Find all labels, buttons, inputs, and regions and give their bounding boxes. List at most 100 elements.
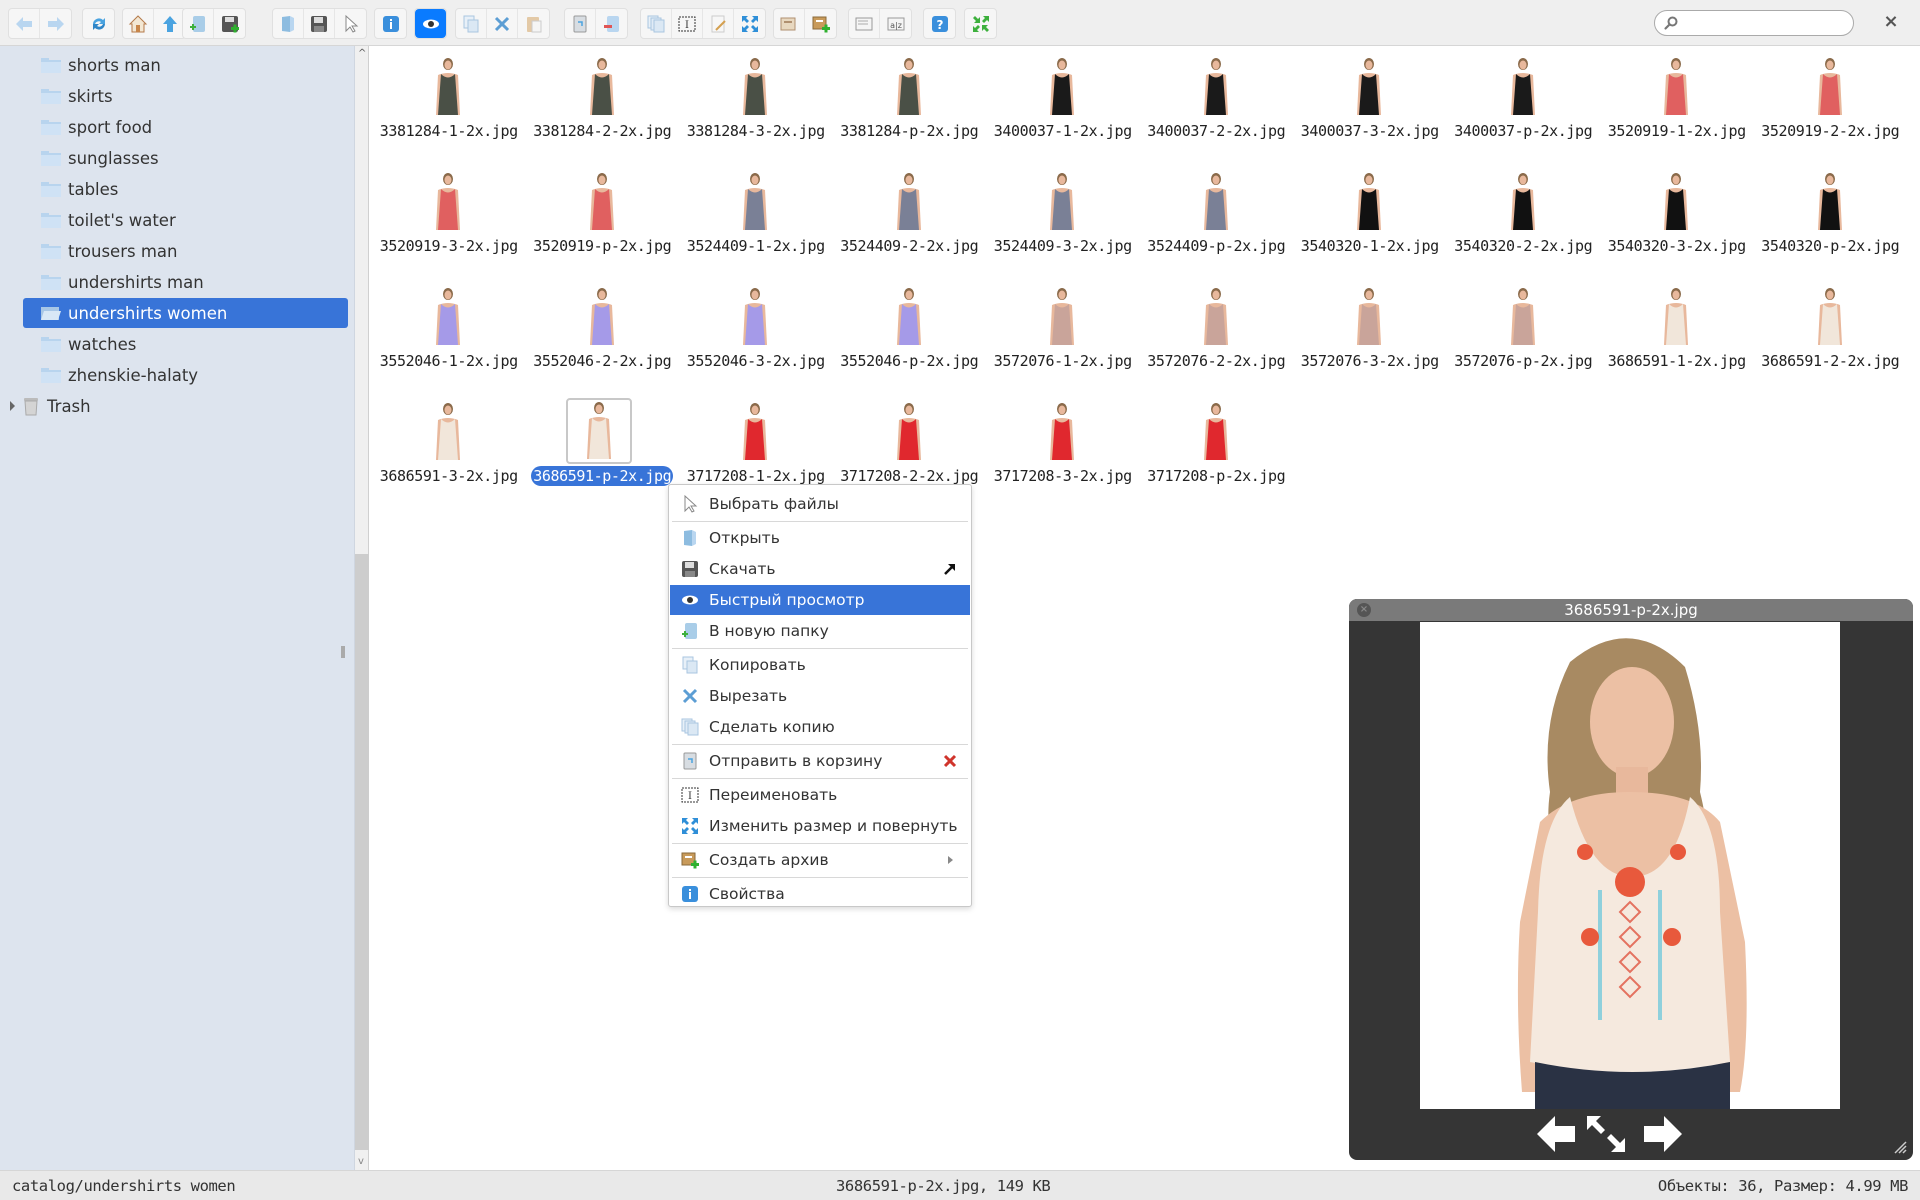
next-arrow-icon[interactable] xyxy=(1644,1116,1682,1152)
file-item[interactable]: 3524409-1-2x.jpg xyxy=(679,165,833,277)
up-button[interactable] xyxy=(154,9,185,38)
sidebar-item-tables[interactable]: tables xyxy=(23,174,348,204)
scroll-down-icon[interactable]: v xyxy=(358,1157,366,1167)
close-icon[interactable]: × xyxy=(1357,603,1371,617)
file-item[interactable]: 3540320-2-2x.jpg xyxy=(1447,165,1601,277)
sidebar-item-trousers-man[interactable]: trousers man xyxy=(23,236,348,266)
sidebar-item-toilet-s-water[interactable]: toilet's water xyxy=(23,205,348,235)
sidebar-item-sport-food[interactable]: sport food xyxy=(23,112,348,142)
file-item[interactable]: 3400037-2-2x.jpg xyxy=(1140,50,1294,162)
file-item[interactable]: 3540320-3-2x.jpg xyxy=(1600,165,1754,277)
file-item[interactable]: 3540320-1-2x.jpg xyxy=(1293,165,1447,277)
menu-item[interactable]: I Переименовать xyxy=(670,780,970,810)
rename-button[interactable]: I xyxy=(672,9,703,38)
new-folder-button[interactable] xyxy=(183,9,214,38)
select-button[interactable] xyxy=(335,9,366,38)
sidebar-item-sunglasses[interactable]: sunglasses xyxy=(23,143,348,173)
menu-item[interactable]: Выбрать файлы xyxy=(670,489,970,519)
sidebar-item-watches[interactable]: watches xyxy=(23,329,348,359)
menu-item[interactable]: Изменить размер и повернуть xyxy=(670,811,970,841)
file-item[interactable]: 3686591-2-2x.jpg xyxy=(1754,280,1908,392)
home-button[interactable] xyxy=(123,9,154,38)
menu-item[interactable]: Копировать xyxy=(670,650,970,680)
file-item[interactable]: 3717208-3-2x.jpg xyxy=(986,395,1140,507)
extract-button[interactable] xyxy=(774,9,805,38)
sidebar-resize-handle[interactable] xyxy=(341,646,345,658)
file-item[interactable]: 3400037-3-2x.jpg xyxy=(1293,50,1447,162)
file-item[interactable]: 3717208-p-2x.jpg xyxy=(1140,395,1294,507)
file-item[interactable]: 3686591-p-2x.jpg xyxy=(526,395,680,507)
file-item[interactable]: 3524409-p-2x.jpg xyxy=(1140,165,1294,277)
sidebar-item-skirts[interactable]: skirts xyxy=(23,81,348,111)
info-button[interactable] xyxy=(375,9,406,38)
copy-button[interactable] xyxy=(456,9,487,38)
sidebar-item-undershirts-women[interactable]: undershirts women xyxy=(23,298,348,328)
sidebar-item-trash[interactable]: Trash xyxy=(10,391,91,421)
file-item[interactable]: 3572076-2-2x.jpg xyxy=(1140,280,1294,392)
paste-button[interactable] xyxy=(518,9,549,38)
file-item[interactable]: 3381284-p-2x.jpg xyxy=(833,50,987,162)
file-item[interactable]: 3381284-3-2x.jpg xyxy=(679,50,833,162)
fullscreen-button[interactable] xyxy=(965,9,996,38)
menu-item[interactable]: Создать архив xyxy=(670,845,970,875)
file-item[interactable]: 3381284-1-2x.jpg xyxy=(372,50,526,162)
file-item[interactable]: 3572076-1-2x.jpg xyxy=(986,280,1140,392)
archive-button[interactable] xyxy=(805,9,836,38)
file-item[interactable]: 3381284-2-2x.jpg xyxy=(526,50,680,162)
resize-button[interactable] xyxy=(734,9,765,38)
file-item[interactable]: 3572076-p-2x.jpg xyxy=(1447,280,1601,392)
menu-item[interactable]: Открыть xyxy=(670,523,970,553)
search-input[interactable] xyxy=(1681,13,1846,33)
file-item[interactable]: 3552046-1-2x.jpg xyxy=(372,280,526,392)
prev-arrow-icon[interactable] xyxy=(1537,1116,1575,1152)
upload-button[interactable] xyxy=(214,9,245,38)
file-item[interactable]: 3520919-3-2x.jpg xyxy=(372,165,526,277)
help-button[interactable]: ? xyxy=(924,9,955,38)
resize-grip-icon[interactable] xyxy=(1893,1140,1907,1154)
scrollbar-thumb[interactable] xyxy=(355,554,369,1150)
expand-arrow-icon[interactable] xyxy=(10,401,15,411)
scroll-up-icon[interactable]: ^ xyxy=(358,49,366,59)
sidebar-item-undershirts-man[interactable]: undershirts man xyxy=(23,267,348,297)
file-item[interactable]: 3552046-2-2x.jpg xyxy=(526,280,680,392)
edit-button[interactable] xyxy=(703,9,734,38)
file-item[interactable]: 3520919-p-2x.jpg xyxy=(526,165,680,277)
fullscreen-icon[interactable] xyxy=(1587,1116,1625,1152)
file-item[interactable]: 3400037-p-2x.jpg xyxy=(1447,50,1601,162)
open-button[interactable] xyxy=(273,9,304,38)
sidebar-item-zhenskie-halaty[interactable]: zhenskie-halaty xyxy=(23,360,348,390)
duplicate-button[interactable] xyxy=(641,9,672,38)
file-item[interactable]: 3400037-1-2x.jpg xyxy=(986,50,1140,162)
sidebar-item-shorts-man[interactable]: shorts man xyxy=(23,50,348,80)
file-item[interactable]: 3520919-1-2x.jpg xyxy=(1600,50,1754,162)
menu-item[interactable]: Сделать копию xyxy=(670,712,970,742)
close-icon[interactable]: × xyxy=(1882,13,1900,31)
remove-button[interactable] xyxy=(596,9,627,38)
menu-item[interactable]: Быстрый просмотр xyxy=(670,585,970,615)
cut-button[interactable] xyxy=(487,9,518,38)
trash-button[interactable] xyxy=(565,9,596,38)
menu-item[interactable]: Отправить в корзину xyxy=(670,746,970,776)
reload-button[interactable] xyxy=(83,9,114,38)
sort-button[interactable]: a|z xyxy=(880,9,911,38)
menu-item[interactable]: В новую папку xyxy=(670,616,970,646)
file-item[interactable]: 3524409-3-2x.jpg xyxy=(986,165,1140,277)
file-item[interactable]: 3520919-2-2x.jpg xyxy=(1754,50,1908,162)
menu-item[interactable]: Вырезать xyxy=(670,681,970,711)
view-button[interactable] xyxy=(849,9,880,38)
forward-button[interactable] xyxy=(40,9,71,38)
sidebar-scrollbar[interactable]: ^ v xyxy=(355,46,369,1170)
menu-item[interactable]: Скачать xyxy=(670,554,970,584)
quicklook-title[interactable]: 3686591-p-2x.jpg xyxy=(1349,599,1913,621)
menu-item[interactable]: Свойства xyxy=(670,879,970,909)
file-item[interactable]: 3540320-p-2x.jpg xyxy=(1754,165,1908,277)
search-box[interactable] xyxy=(1654,10,1854,36)
file-item[interactable]: 3524409-2-2x.jpg xyxy=(833,165,987,277)
quicklook-button[interactable] xyxy=(415,9,446,38)
file-item[interactable]: 3572076-3-2x.jpg xyxy=(1293,280,1447,392)
file-item[interactable]: 3686591-3-2x.jpg xyxy=(372,395,526,507)
file-item[interactable]: 3552046-3-2x.jpg xyxy=(679,280,833,392)
file-item[interactable]: 3552046-p-2x.jpg xyxy=(833,280,987,392)
file-item[interactable]: 3686591-1-2x.jpg xyxy=(1600,280,1754,392)
back-button[interactable] xyxy=(9,9,40,38)
